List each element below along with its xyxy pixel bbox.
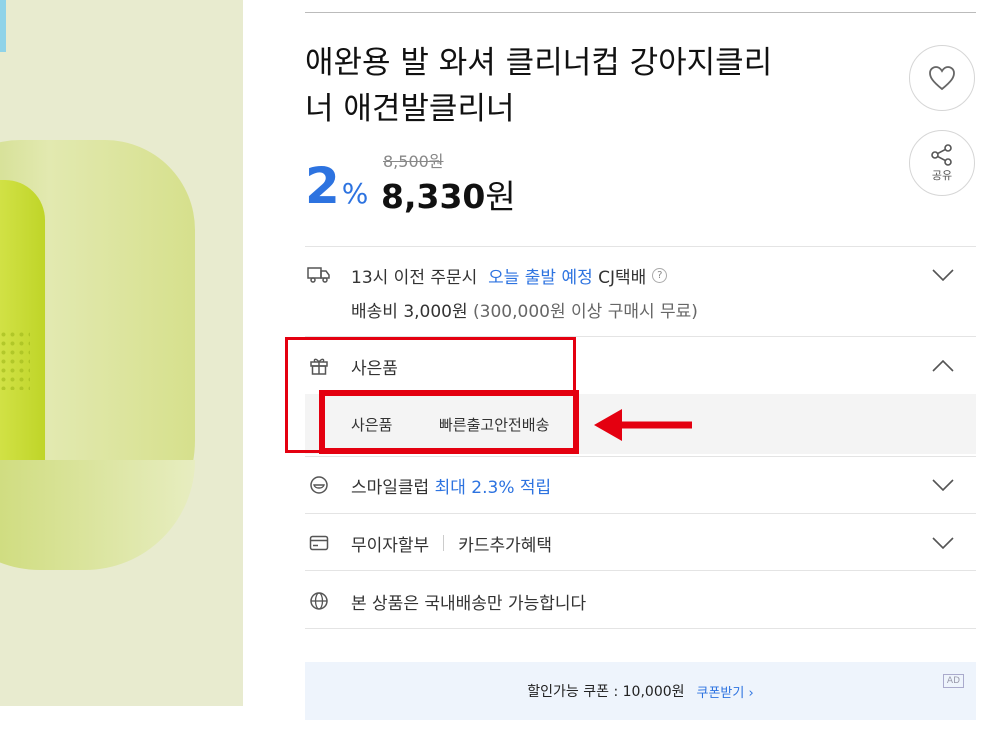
divider [305, 246, 976, 247]
globe-icon [307, 589, 331, 613]
share-icon [931, 143, 952, 166]
shipping-cutoff: 13시 이전 주문시 [351, 267, 478, 288]
get-coupon-link[interactable]: 쿠폰받기 › [697, 682, 754, 701]
sale-price-number: 8,330 [381, 177, 486, 216]
smile-club-benefit: 최대 2.3% 적립 [434, 477, 552, 498]
smile-club-label: 스마일클럽 [351, 477, 430, 498]
discount-rate: 2% [305, 158, 368, 222]
shipping-free-condition: (300,000원 이상 구매시 무료) [473, 301, 698, 322]
coupon-text: 할인가능 쿠폰 : 10,000원 [527, 684, 685, 700]
shipping-row[interactable]: 13시 이전 주문시 오늘 출발 예정 CJ택배 ? [305, 262, 976, 288]
sale-price-unit: 원 [485, 177, 516, 216]
wishlist-button[interactable] [909, 45, 975, 111]
top-divider [305, 12, 976, 13]
installment-label: 무이자할부 [351, 535, 430, 556]
sale-price: 8,330원 [381, 170, 516, 218]
share-button[interactable]: 공유 [909, 130, 975, 196]
share-label: 공유 [931, 168, 953, 182]
annotation-inner-box [319, 390, 579, 454]
chevron-down-icon[interactable] [932, 269, 954, 281]
divider [305, 456, 976, 457]
annotation-arrow-icon [594, 409, 692, 441]
chevron-up-icon[interactable] [932, 360, 954, 372]
cleaner-cup-bottom [0, 460, 195, 570]
shipping-fee: 배송비 3,000원 [351, 301, 468, 322]
domestic-shipping-row: 본 상품은 국내배송만 가능합니다 [305, 586, 976, 616]
ad-badge: AD [942, 674, 964, 688]
chevron-down-icon[interactable] [932, 479, 954, 491]
original-price: 8,500원 [383, 152, 444, 171]
shipping-help-icon[interactable]: ? [652, 267, 668, 283]
product-title: 애완용 발 와셔 클리너컵 강아지클리 너 애견발클리너 [305, 40, 825, 132]
card-benefit-label: 카드추가혜택 [458, 535, 553, 556]
card-icon [307, 531, 331, 555]
smile-icon [307, 473, 331, 497]
chevron-down-icon[interactable] [932, 537, 954, 549]
smile-club-row[interactable]: 스마일클럽 최대 2.3% 적립 [305, 470, 976, 500]
discount-number: 2 [305, 157, 340, 215]
discount-percent-symbol: % [341, 177, 369, 210]
domestic-shipping-text: 본 상품은 국내배송만 가능합니다 [351, 593, 587, 614]
truck-icon [307, 263, 331, 287]
divider [305, 570, 976, 571]
product-title-line2: 너 애견발클리너 [305, 91, 515, 127]
installment-row[interactable]: 무이자할부 카드추가혜택 [305, 528, 976, 558]
product-image [0, 0, 243, 706]
product-title-line1: 애완용 발 와셔 클리너컵 강아지클리 [305, 45, 773, 81]
shipping-carrier: CJ택배 [598, 267, 647, 288]
image-edge-accent [0, 0, 6, 52]
shipping-fee-row: 배송비 3,000원 (300,000원 이상 구매시 무료) [351, 296, 1000, 322]
heart-icon [929, 66, 955, 91]
divider [305, 628, 976, 629]
separator [443, 535, 445, 551]
coupon-banner[interactable]: 할인가능 쿠폰 : 10,000원 쿠폰받기 › AD [305, 662, 976, 720]
divider [305, 513, 976, 514]
cleaner-cup-texture [0, 330, 30, 390]
shipping-dispatch: 오늘 출발 예정 [488, 267, 593, 288]
